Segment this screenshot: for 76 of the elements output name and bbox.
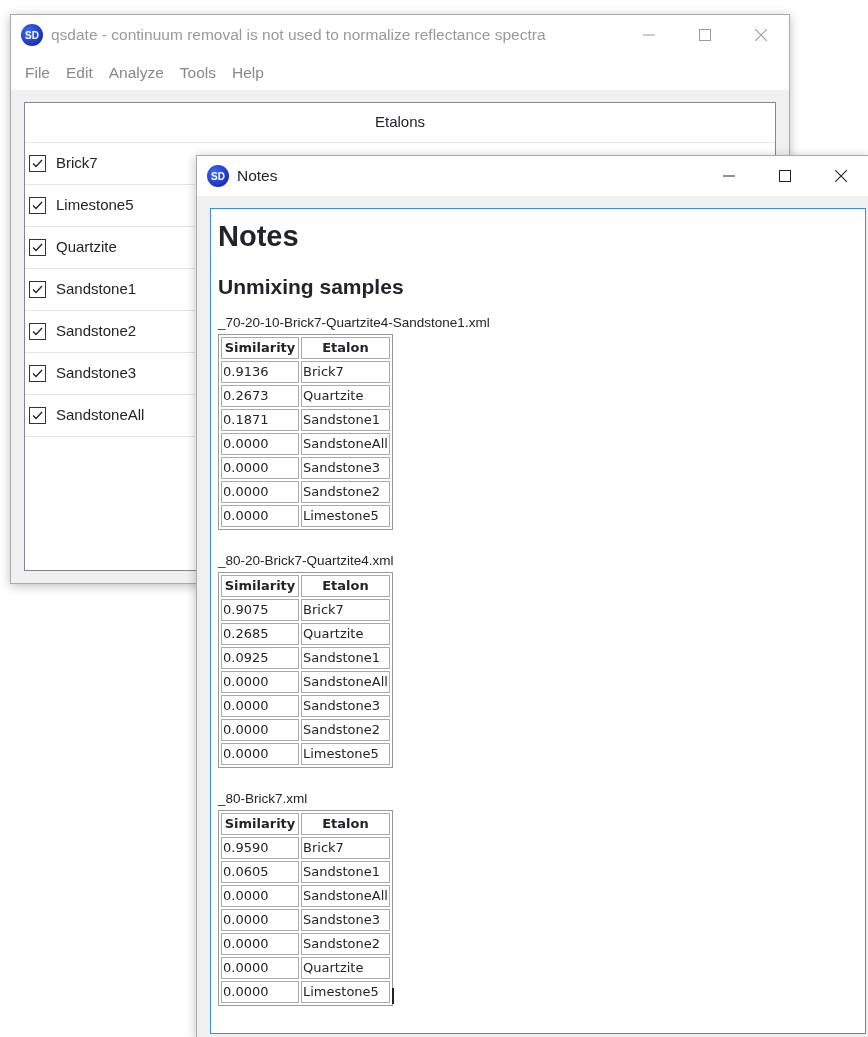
column-header: Etalon <box>301 813 390 835</box>
table-cell: Brick7 <box>301 361 390 383</box>
file-name: _80-Brick7.xml <box>218 792 308 807</box>
table-cell: 0.0605 <box>221 861 299 883</box>
table-cell: 0.0000 <box>221 719 299 741</box>
table-cell: Quartzite <box>301 385 390 407</box>
table-cell: 0.0000 <box>221 433 299 455</box>
table-cell: Sandstone3 <box>301 695 390 717</box>
table-cell: 0.0000 <box>221 933 299 955</box>
table-cell: 0.2673 <box>221 385 299 407</box>
table-cell: 0.0000 <box>221 743 299 765</box>
checkbox[interactable] <box>29 154 46 172</box>
table-cell: Sandstone1 <box>301 409 390 431</box>
notes-heading: Notes <box>218 219 300 254</box>
checkbox[interactable] <box>29 196 46 214</box>
close-icon <box>755 29 767 41</box>
item-label: Quartzite <box>56 237 117 257</box>
table-cell: 0.1871 <box>221 409 299 431</box>
column-header: Etalon <box>301 337 390 359</box>
list-header: Etalons <box>25 103 775 143</box>
table-cell: 0.0000 <box>221 457 299 479</box>
item-label: SandstoneAll <box>56 405 145 425</box>
table-cell: 0.0000 <box>221 981 299 1003</box>
app-logo: SD <box>21 24 43 46</box>
table-cell: Sandstone2 <box>301 933 390 955</box>
table-cell: 0.9075 <box>221 599 299 621</box>
item-label: Sandstone3 <box>56 363 137 383</box>
checkbox[interactable] <box>29 364 46 382</box>
app-logo: SD <box>207 165 229 187</box>
column-header: Similarity <box>221 575 299 597</box>
table-cell: SandstoneAll <box>301 885 390 907</box>
maximize-icon <box>699 29 711 41</box>
table-cell: 0.0000 <box>221 481 299 503</box>
table-cell: Sandstone3 <box>301 909 390 931</box>
checkbox[interactable] <box>29 238 46 256</box>
table-cell: Quartzite <box>301 957 390 979</box>
table-cell: SandstoneAll <box>301 671 390 693</box>
column-header: Etalon <box>301 575 390 597</box>
table-cell: Quartzite <box>301 623 390 645</box>
table-cell: Brick7 <box>301 837 390 859</box>
item-label: Sandstone2 <box>56 321 137 341</box>
table-cell: 0.2685 <box>221 623 299 645</box>
window-title: qsdate - continuum removal is not used to normalize reflectance spectra <box>51 25 547 46</box>
item-label: Limestone5 <box>56 195 134 215</box>
table-cell: Sandstone2 <box>301 719 390 741</box>
window-title: Notes <box>237 166 279 187</box>
table-cell: 0.9590 <box>221 837 299 859</box>
table-cell: Brick7 <box>301 599 390 621</box>
column-header: Similarity <box>221 337 299 359</box>
table-cell: Sandstone1 <box>301 861 390 883</box>
maximize-icon <box>779 170 791 182</box>
section-heading: Unmixing samples <box>218 273 405 300</box>
table-cell: 0.0000 <box>221 695 299 717</box>
table-cell: 0.9136 <box>221 361 299 383</box>
checkbox[interactable] <box>29 280 46 298</box>
item-label: Sandstone1 <box>56 279 137 299</box>
close-icon <box>835 170 847 182</box>
file-name: _70-20-10-Brick7-Quartzite4-Sandstone1.xml <box>218 316 490 331</box>
table-cell: Limestone5 <box>301 743 390 765</box>
table-cell: 0.0000 <box>221 505 299 527</box>
item-label: Brick7 <box>56 153 98 173</box>
table-cell: Sandstone1 <box>301 647 390 669</box>
table-cell: SandstoneAll <box>301 433 390 455</box>
table-cell: 0.0000 <box>221 671 299 693</box>
table-cell: 0.0925 <box>221 647 299 669</box>
table-cell: Limestone5 <box>301 981 390 1003</box>
table-cell: 0.0000 <box>221 957 299 979</box>
table-cell: 0.0000 <box>221 909 299 931</box>
table-cell: Sandstone3 <box>301 457 390 479</box>
checkbox[interactable] <box>29 406 46 424</box>
table-cell: 0.0000 <box>221 885 299 907</box>
column-header: Similarity <box>221 813 299 835</box>
table-cell: Limestone5 <box>301 505 390 527</box>
table-cell: Sandstone2 <box>301 481 390 503</box>
checkbox[interactable] <box>29 322 46 340</box>
file-name: _80-20-Brick7-Quartzite4.xml <box>218 554 394 569</box>
